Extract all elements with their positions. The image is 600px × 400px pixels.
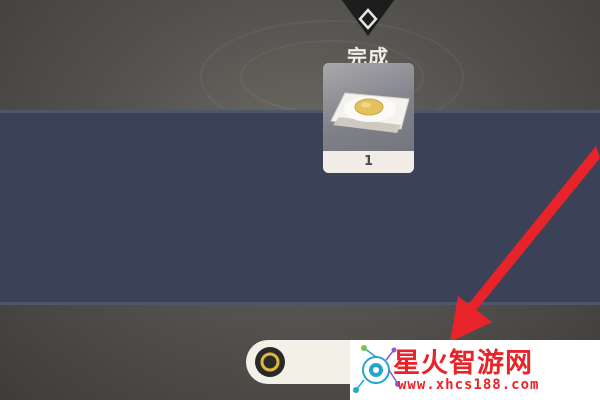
completion-header: 完成 (0, 0, 600, 110)
item-count: 1 (323, 151, 414, 173)
complete-label: 完成 (347, 45, 389, 69)
item-art (323, 63, 414, 151)
watermark-url: www.xhcs188.com (398, 377, 540, 393)
complete-emblem-icon (341, 0, 395, 36)
reward-item-card[interactable]: 1 (323, 63, 414, 173)
watermark-title: 星火智游网 (393, 348, 533, 379)
fried-egg-dish-icon (330, 92, 410, 133)
coin-icon[interactable] (253, 345, 287, 379)
reward-panel: 获得食物 (0, 110, 600, 305)
